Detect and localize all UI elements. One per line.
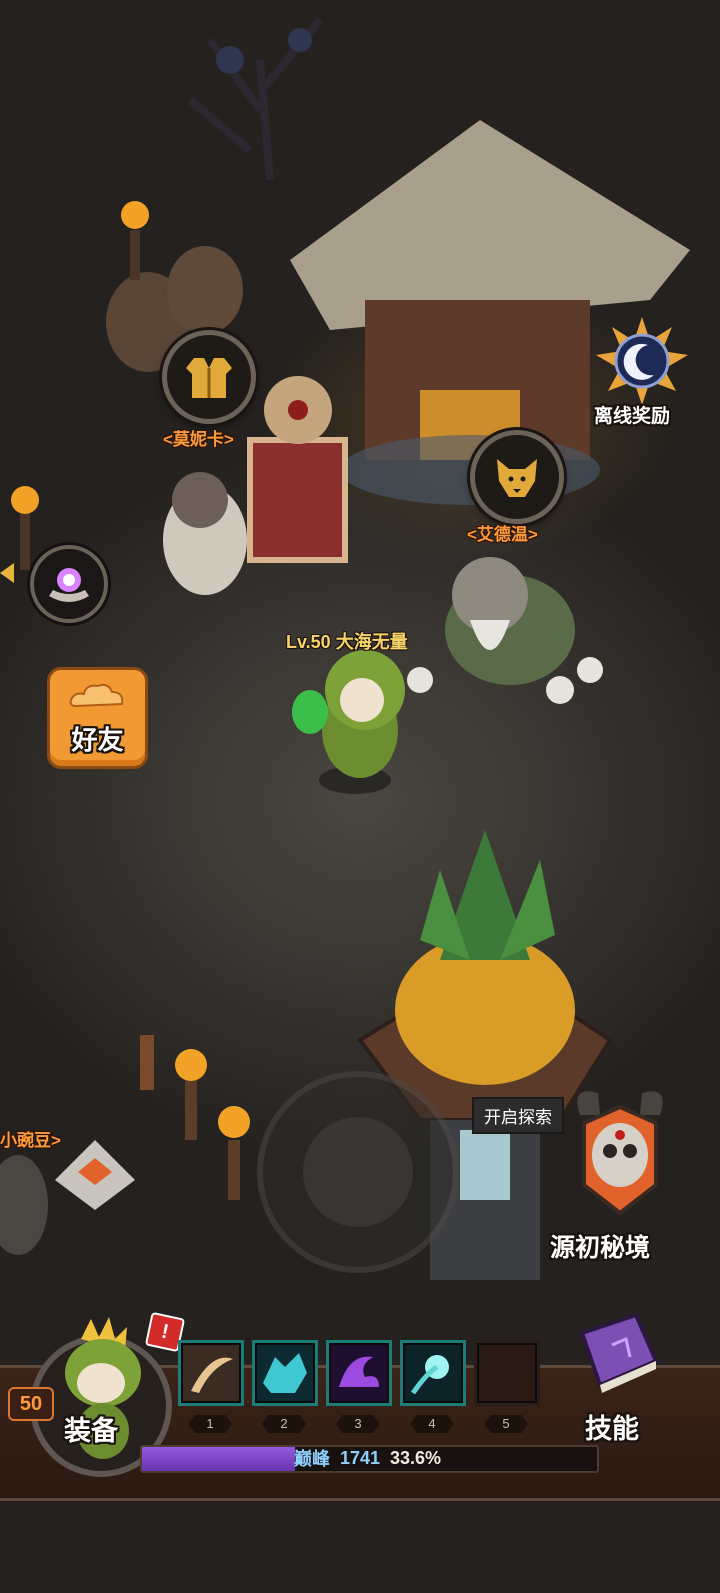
offline-reward-label: 离线奖励 bbox=[594, 406, 671, 427]
slot-number: 1 bbox=[188, 1415, 232, 1433]
bottom-hud: ! 50 装备 1 2 3 4 5 技能 巅峰 1741 33.6% bbox=[0, 1311, 720, 1593]
edwin-npc-name: <艾德温> bbox=[467, 525, 538, 544]
skill-slot-2[interactable] bbox=[252, 1340, 318, 1406]
wolf-icon bbox=[263, 1353, 307, 1393]
skill-slot-4[interactable] bbox=[400, 1340, 466, 1406]
robe-icon bbox=[186, 358, 232, 398]
dog-icon bbox=[497, 459, 537, 497]
offline-reward-button[interactable]: 离线奖励 bbox=[592, 315, 692, 427]
slot-number: 3 bbox=[336, 1415, 380, 1433]
player-name-label: Lv.50 大海无量 bbox=[286, 632, 408, 652]
spellbook-icon bbox=[579, 1312, 659, 1393]
skill-bar: 1 2 3 4 5 bbox=[178, 1325, 558, 1450]
secret-realm-button[interactable] bbox=[560, 1085, 680, 1235]
equipment-label: 装备 bbox=[64, 1416, 118, 1446]
slot-number: 5 bbox=[484, 1415, 528, 1433]
skill-slot-3[interactable] bbox=[326, 1340, 392, 1406]
spirit-orb-icon bbox=[410, 1355, 449, 1395]
left-arrow-icon bbox=[0, 563, 14, 583]
friends-button[interactable]: 好友 bbox=[47, 667, 148, 769]
crystal-orb-icon bbox=[49, 568, 89, 602]
skills-button[interactable] bbox=[560, 1305, 670, 1415]
moon-star-icon bbox=[596, 317, 688, 405]
shadow-dragon-icon bbox=[339, 1356, 379, 1387]
peak-percent: 33.6% bbox=[390, 1447, 442, 1468]
slot-number: 2 bbox=[262, 1415, 306, 1433]
skull-horns-icon bbox=[577, 1091, 663, 1216]
player-level-badge: 50 bbox=[8, 1387, 54, 1421]
skills-label: 技能 bbox=[585, 1414, 639, 1444]
peak-value: 1741 bbox=[339, 1447, 380, 1468]
rock-slash-icon bbox=[191, 1357, 233, 1393]
game-scene: <莫妮卡> <艾德温> 小豌豆> Lv.50 大海无量 离线奖励 好友 开启探索… bbox=[0, 0, 720, 1593]
cloud-icon bbox=[69, 683, 124, 708]
slot-number: 4 bbox=[410, 1415, 454, 1433]
skill-slot-5[interactable] bbox=[474, 1340, 540, 1406]
monica-npc-name: <莫妮卡> bbox=[163, 430, 234, 449]
peak-label: 巅峰 bbox=[293, 1449, 330, 1469]
peak-progress-text: 巅峰 1741 33.6% bbox=[140, 1446, 595, 1470]
friends-label: 好友 bbox=[71, 725, 124, 755]
pea-npc-name: 小豌豆> bbox=[0, 1131, 61, 1150]
secret-realm-label: 源初秘境 bbox=[550, 1234, 651, 1262]
explore-button[interactable]: 开启探索 bbox=[472, 1097, 564, 1134]
monica-npc-badge[interactable] bbox=[162, 330, 256, 424]
skill-slot-1[interactable] bbox=[178, 1340, 244, 1406]
edwin-npc-badge[interactable] bbox=[470, 430, 564, 524]
magic-orb-button[interactable] bbox=[30, 545, 108, 623]
